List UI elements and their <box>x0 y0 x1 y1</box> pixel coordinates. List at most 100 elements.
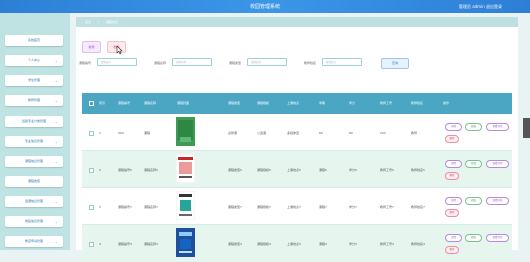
sidebar: 系统首页 个人中心 ⌄ 学生管理 ⌄ 教师管理 ⌄ 班级专业分类管理 ⌄ 专业信息管理 ⌄… <box>0 13 70 250</box>
filter-label-name: 课程名称 <box>154 61 167 65</box>
col-cover: 课程封面 <box>177 101 190 105</box>
sidebar-item-label: 选课信息管理 <box>24 199 43 203</box>
teacher-name-input[interactable]: 教师姓名 <box>322 58 362 66</box>
cell-credit: 学分3 <box>349 242 357 246</box>
cell-index: 1 <box>99 131 101 135</box>
col-credit: 学分 <box>349 101 356 105</box>
cell-teacher-name: 教师姓名7 <box>411 205 425 209</box>
view-comments-button[interactable]: 查看评论 <box>486 234 509 242</box>
sidebar-item-label: 专业信息管理 <box>24 139 43 143</box>
cell-code: 课程编号3 <box>118 242 132 246</box>
cell-index: 2 <box>99 168 101 172</box>
row-checkbox[interactable] <box>89 205 94 210</box>
cell-credit: 学分7 <box>349 205 357 209</box>
cell-teacher-name: 教师 <box>411 131 418 135</box>
cell-type: 课程类型7 <box>228 205 242 209</box>
view-comments-button[interactable]: 查看评论 <box>486 123 509 131</box>
view-comments-button[interactable]: 查看评论 <box>486 197 509 205</box>
col-teacher-id: 教师工号 <box>380 101 393 105</box>
edit-button[interactable]: 修改 <box>465 123 482 131</box>
sidebar-item-selection[interactable]: 选课信息管理 ⌄ <box>5 196 63 207</box>
cell-teacher-name: 教师姓名3 <box>411 242 425 246</box>
cell-teacher-id: 教师工号5 <box>380 168 394 172</box>
col-term: 学期 <box>319 101 326 105</box>
chevron-down-icon: ⌄ <box>54 78 58 83</box>
detail-button[interactable]: 详情 <box>445 123 462 131</box>
sidebar-item-label: 教师管理 <box>27 98 40 102</box>
row-delete-button[interactable]: 删除 <box>445 135 459 143</box>
cell-place: 多媒体室 <box>287 131 300 135</box>
cell-teacher-name: 教师姓名5 <box>411 168 425 172</box>
add-button[interactable]: 新增 <box>82 41 101 53</box>
cell-code: 课程编号5 <box>118 168 132 172</box>
table-header: 索引 课程编号 课程名称 课程封面 课程类型 课程规模 上课地点 学期 学分 教… <box>82 93 512 114</box>
sidebar-item-classroom[interactable]: 教室申请管理 ⌄ <box>5 236 63 247</box>
cell-scale: 课程规模5 <box>257 168 271 172</box>
view-comments-button[interactable]: 查看评论 <box>486 160 509 168</box>
edit-button[interactable]: 修改 <box>465 160 482 168</box>
main-panel: 首页 / 课程信息 新增 删除 课程编号 课程编号 课程名称 课程名称 课程类型… <box>76 17 518 262</box>
breadcrumb-current: 课程信息 <box>106 20 119 24</box>
edit-button[interactable]: 修改 <box>465 197 482 205</box>
row-checkbox[interactable] <box>89 131 94 136</box>
sidebar-item-label: 课程类型 <box>27 179 40 183</box>
sidebar-item-home[interactable]: 系统首页 <box>5 35 63 46</box>
chevron-down-icon: ⌄ <box>54 98 58 103</box>
row-delete-button[interactable]: 删除 <box>445 172 459 180</box>
chevron-down-icon: ⌄ <box>54 239 58 244</box>
top-bar: 校园管理系统 管理员 admin 退出登录 <box>0 0 530 13</box>
sidebar-item-label: 学生管理 <box>27 78 40 82</box>
detail-button[interactable]: 详情 <box>445 160 462 168</box>
chevron-down-icon: ⌄ <box>54 159 58 164</box>
detail-button[interactable]: 详情 <box>445 197 462 205</box>
scrollbar-thumb[interactable] <box>523 118 530 138</box>
select-all-checkbox[interactable] <box>89 101 94 106</box>
detail-button[interactable]: 详情 <box>445 234 462 242</box>
chevron-down-icon: ⌄ <box>54 199 58 204</box>
row-checkbox[interactable] <box>89 168 94 173</box>
course-name-input[interactable]: 课程名称 <box>172 58 212 66</box>
table-row: 3 课程编号7 课程名称7 课程类型7 课程规模7 上课地点7 课程7 学分7 … <box>82 188 512 225</box>
col-teacher-name: 教师姓名 <box>411 101 424 105</box>
cell-scale: 公选课 <box>257 131 267 135</box>
sidebar-item-teachers[interactable]: 教师管理 ⌄ <box>5 95 63 106</box>
sidebar-item-label: 教室申请管理 <box>24 239 43 243</box>
cell-teacher-id: 222 <box>380 131 386 135</box>
search-button[interactable]: 查询 <box>381 58 409 69</box>
sidebar-item-students[interactable]: 学生管理 ⌄ <box>5 75 63 86</box>
filter-label-teacher: 教师姓名 <box>304 61 317 65</box>
course-cover-image <box>176 117 195 146</box>
breadcrumb-home[interactable]: 首页 <box>85 20 91 24</box>
cell-place: 上课地点5 <box>287 168 301 172</box>
cursor-icon <box>116 46 123 55</box>
edit-button[interactable]: 修改 <box>465 234 482 242</box>
cell-code: 课程编号7 <box>118 205 132 209</box>
cell-code: 003 <box>118 131 124 135</box>
sidebar-item-profile[interactable]: 个人中心 ⌄ <box>5 55 63 66</box>
cell-term: 课程7 <box>319 205 327 209</box>
sidebar-item-grades[interactable]: 成绩信息管理 ⌄ <box>5 216 63 227</box>
course-cover-image <box>176 228 195 257</box>
course-type-input[interactable]: 课程类型 <box>247 58 287 66</box>
col-code: 课程编号 <box>118 101 131 105</box>
row-checkbox[interactable] <box>89 242 94 247</box>
course-code-input[interactable]: 课程编号 <box>97 58 137 66</box>
sidebar-item-course-type[interactable]: 课程类型 <box>5 176 63 187</box>
filter-label-code: 课程编号 <box>79 61 92 65</box>
col-type: 课程类型 <box>228 101 241 105</box>
cell-scale: 课程规模3 <box>257 242 271 246</box>
course-cover-image <box>176 191 195 220</box>
row-delete-button[interactable]: 删除 <box>445 209 459 217</box>
sidebar-item-major[interactable]: 专业信息管理 ⌄ <box>5 136 63 147</box>
user-info[interactable]: 管理员 admin 退出登录 <box>459 4 502 10</box>
filter-label-type: 课程类型 <box>229 61 242 65</box>
sidebar-item-label: 课程信息管理 <box>24 159 43 163</box>
cell-scale: 课程规模7 <box>257 205 271 209</box>
sidebar-item-courses[interactable]: 课程信息管理 ⌄ <box>5 156 63 167</box>
cell-credit: 学分5 <box>349 168 357 172</box>
cell-term: 课程3 <box>319 242 327 246</box>
sidebar-item-class-major[interactable]: 班级专业分类管理 ⌄ <box>5 116 63 127</box>
row-delete-button[interactable]: 删除 <box>445 246 459 254</box>
course-cover-image <box>176 154 195 183</box>
col-place: 上课地点 <box>287 101 300 105</box>
